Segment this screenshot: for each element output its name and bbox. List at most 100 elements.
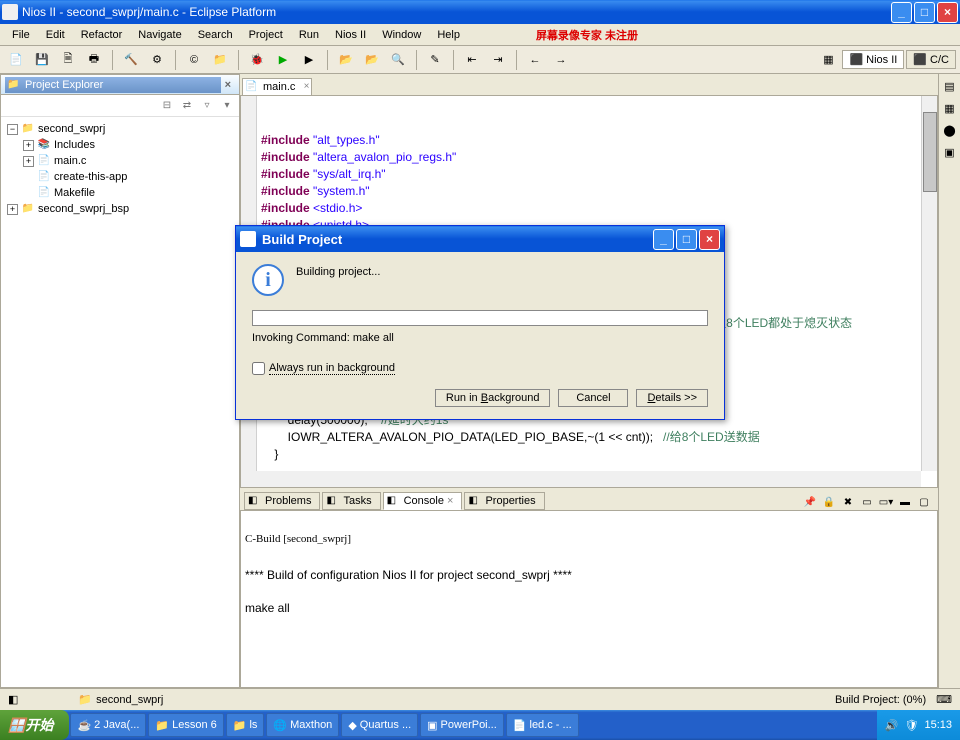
dialog-close-button[interactable]: × — [699, 229, 720, 250]
dialog-maximize-button[interactable]: □ — [676, 229, 697, 250]
project-explorer-tab[interactable]: Project Explorer — [5, 77, 221, 93]
taskbar-item[interactable]: ▣ PowerPoi... — [420, 713, 504, 737]
minimize-button[interactable]: _ — [891, 2, 912, 23]
tree-node[interactable]: second_swprj — [38, 121, 105, 137]
vertical-scrollbar[interactable] — [921, 96, 937, 471]
console-output[interactable]: C-Build [second_swprj] **** Build of con… — [240, 510, 938, 688]
menu-icon[interactable]: ▾ — [219, 98, 235, 114]
tray-ime-icon[interactable]: ⌨ — [936, 693, 952, 706]
lock-icon[interactable]: 🔒 — [821, 494, 837, 510]
maximize-button[interactable]: □ — [914, 2, 935, 23]
close-icon[interactable]: × — [304, 81, 310, 92]
new-icon[interactable]: 📄 — [5, 49, 27, 71]
taskbar-item[interactable]: ◆ Quartus ... — [341, 713, 418, 737]
target-icon[interactable]: ⚙ — [146, 49, 168, 71]
close-icon[interactable]: × — [447, 495, 453, 507]
start-button[interactable]: 🪟 开始 — [0, 710, 69, 740]
newfolder-icon[interactable]: 📁 — [209, 49, 231, 71]
menu-edit[interactable]: Edit — [38, 27, 73, 43]
newclass-icon[interactable]: © — [183, 49, 205, 71]
run-background-button[interactable]: Run in Background — [435, 389, 551, 407]
collapse-icon[interactable]: ⊟ — [159, 98, 175, 114]
project-tree[interactable]: −📁second_swprj +📚Includes +📄main.c 📄crea… — [1, 117, 239, 687]
prev-icon[interactable]: ⇤ — [461, 49, 483, 71]
windows-taskbar: 🪟 开始 ☕ 2 Java(... 📁 Lesson 6 📁 ls 🌐 Maxt… — [0, 710, 960, 740]
tree-node[interactable]: Includes — [54, 137, 95, 153]
always-background-label[interactable]: Always run in background — [269, 362, 395, 375]
clear-icon[interactable]: ✖ — [840, 494, 856, 510]
tree-node[interactable]: main.c — [54, 153, 86, 169]
link-icon[interactable]: ⇄ — [179, 98, 195, 114]
editor-tab-mainc[interactable]: main.c× — [242, 78, 312, 95]
cancel-button[interactable]: Cancel — [558, 389, 628, 407]
debug-icon[interactable]: 🐞 — [246, 49, 268, 71]
open-icon[interactable]: 📂 — [335, 49, 357, 71]
expand-toggle[interactable]: + — [7, 204, 18, 215]
right-toolbar: ▤ ▦ ⬤ ▣ — [938, 74, 960, 688]
makefile-icon[interactable]: ⬤ — [942, 122, 958, 138]
runext-icon[interactable]: ▶ — [298, 49, 320, 71]
fwd-icon[interactable]: → — [550, 49, 572, 71]
menu-refactor[interactable]: Refactor — [73, 27, 131, 43]
always-background-checkbox[interactable] — [252, 362, 265, 375]
next-icon[interactable]: ⇥ — [487, 49, 509, 71]
menu-file[interactable]: File — [4, 27, 38, 43]
menu-navigate[interactable]: Navigate — [130, 27, 189, 43]
menu-search[interactable]: Search — [190, 27, 241, 43]
tab-tasks[interactable]: Tasks — [322, 492, 380, 510]
outline2-icon[interactable]: ▦ — [942, 100, 958, 116]
save-icon[interactable]: 💾 — [31, 49, 53, 71]
build-icon[interactable]: 🔨 — [120, 49, 142, 71]
wand-icon[interactable]: ✎ — [424, 49, 446, 71]
menu-run[interactable]: Run — [291, 27, 327, 43]
tab-properties[interactable]: Properties — [464, 492, 544, 510]
terminal-icon[interactable]: ▭ — [859, 494, 875, 510]
display-icon[interactable]: ▭▾ — [878, 494, 894, 510]
taskbar-item[interactable]: 📁 Lesson 6 — [148, 713, 223, 737]
details-button[interactable]: Details >> — [636, 389, 708, 407]
min-icon[interactable]: ▬ — [897, 494, 913, 510]
bottom-tabs: Problems Tasks Console × Properties 📌 🔒 … — [240, 488, 938, 510]
print-icon[interactable]: 🖶 — [83, 49, 105, 71]
system-tray[interactable]: 🔊 🛡 15:13 — [877, 710, 960, 740]
run-icon[interactable]: ▶ — [272, 49, 294, 71]
taskbar-item[interactable]: 📁 ls — [226, 713, 265, 737]
taskbar-item[interactable]: 🌐 Maxthon — [266, 713, 339, 737]
info-icon: i — [252, 264, 284, 296]
includes-icon: 📚 — [37, 138, 51, 152]
saveall-icon[interactable]: 🗎 — [57, 49, 79, 71]
perspective-nios[interactable]: ⬛ Nios II — [842, 50, 904, 69]
tab-problems[interactable]: Problems — [244, 492, 320, 510]
close-icon[interactable]: × — [221, 79, 235, 91]
tray-icon[interactable]: 🛡 — [905, 719, 919, 732]
tray-icon[interactable]: 🔊 — [885, 719, 899, 732]
menu-window[interactable]: Window — [374, 27, 429, 43]
outline-icon[interactable]: ▤ — [942, 78, 958, 94]
tree-node[interactable]: Makefile — [54, 185, 95, 201]
collapse-toggle[interactable]: − — [7, 124, 18, 135]
max-icon[interactable]: ▢ — [916, 494, 932, 510]
perspective-cc[interactable]: ⬛ C/C — [906, 50, 956, 69]
persp-open-icon[interactable]: ▦ — [817, 49, 839, 71]
dialog-minimize-button[interactable]: _ — [653, 229, 674, 250]
expand-toggle[interactable]: + — [23, 156, 34, 167]
search-icon[interactable]: 🔍 — [387, 49, 409, 71]
eclipse-icon — [240, 231, 256, 247]
tree-node[interactable]: second_swprj_bsp — [38, 201, 129, 217]
close-button[interactable]: × — [937, 2, 958, 23]
filter-icon[interactable]: ▿ — [199, 98, 215, 114]
menu-help[interactable]: Help — [429, 27, 468, 43]
taskbar-item[interactable]: 📄 led.c - ... — [506, 713, 579, 737]
opentype-icon[interactable]: 📂 — [361, 49, 383, 71]
back-icon[interactable]: ← — [524, 49, 546, 71]
menu-project[interactable]: Project — [241, 27, 291, 43]
tab-console[interactable]: Console × — [383, 492, 463, 510]
pin-icon[interactable]: 📌 — [802, 494, 818, 510]
horizontal-scrollbar[interactable] — [241, 471, 921, 487]
tree-node[interactable]: create-this-app — [54, 169, 127, 185]
project-icon: 📁 — [78, 693, 92, 706]
expand-toggle[interactable]: + — [23, 140, 34, 151]
menu-niosii[interactable]: Nios II — [327, 27, 374, 43]
taskbar-item[interactable]: ☕ 2 Java(... — [70, 713, 146, 737]
targets-icon[interactable]: ▣ — [942, 144, 958, 160]
